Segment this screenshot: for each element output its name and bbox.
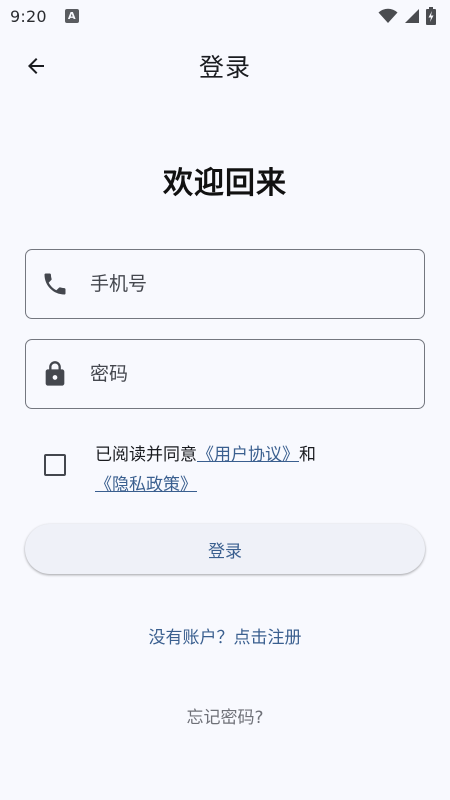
register-link[interactable]: 没有账户？点击注册 bbox=[0, 623, 450, 648]
notification-icon: A bbox=[64, 9, 79, 23]
password-field[interactable] bbox=[25, 339, 425, 409]
privacy-policy-link[interactable]: 《隐私政策》 bbox=[95, 475, 197, 495]
status-bar: 9:20 A bbox=[0, 0, 450, 32]
back-button[interactable] bbox=[16, 46, 56, 86]
password-input[interactable] bbox=[90, 363, 390, 385]
agreement-row: 已阅读并同意《用户协议》和《隐私政策》 bbox=[25, 436, 425, 496]
app-bar: 登录 bbox=[0, 36, 450, 96]
lock-icon bbox=[41, 360, 69, 388]
cellular-signal-icon bbox=[405, 9, 419, 23]
arrow-left-icon bbox=[28, 58, 44, 74]
status-icons bbox=[378, 7, 436, 25]
phone-icon bbox=[41, 270, 69, 298]
agreement-conjunction: 和 bbox=[299, 445, 316, 465]
login-button[interactable]: 登录 bbox=[25, 524, 425, 574]
phone-field[interactable] bbox=[25, 249, 425, 319]
forgot-password-link[interactable]: 忘记密码? bbox=[0, 703, 450, 728]
agreement-checkbox[interactable] bbox=[44, 454, 66, 476]
page-title: 登录 bbox=[198, 53, 251, 82]
phone-input[interactable] bbox=[90, 273, 390, 295]
wifi-icon bbox=[378, 8, 398, 23]
agreement-prefix: 已阅读并同意 bbox=[95, 445, 197, 465]
battery-icon bbox=[426, 7, 436, 25]
user-agreement-link[interactable]: 《用户协议》 bbox=[197, 445, 299, 465]
status-time: 9:20 bbox=[10, 6, 47, 26]
welcome-heading: 欢迎回来 bbox=[163, 166, 287, 201]
agreement-text: 已阅读并同意《用户协议》和《隐私政策》 bbox=[95, 440, 395, 500]
